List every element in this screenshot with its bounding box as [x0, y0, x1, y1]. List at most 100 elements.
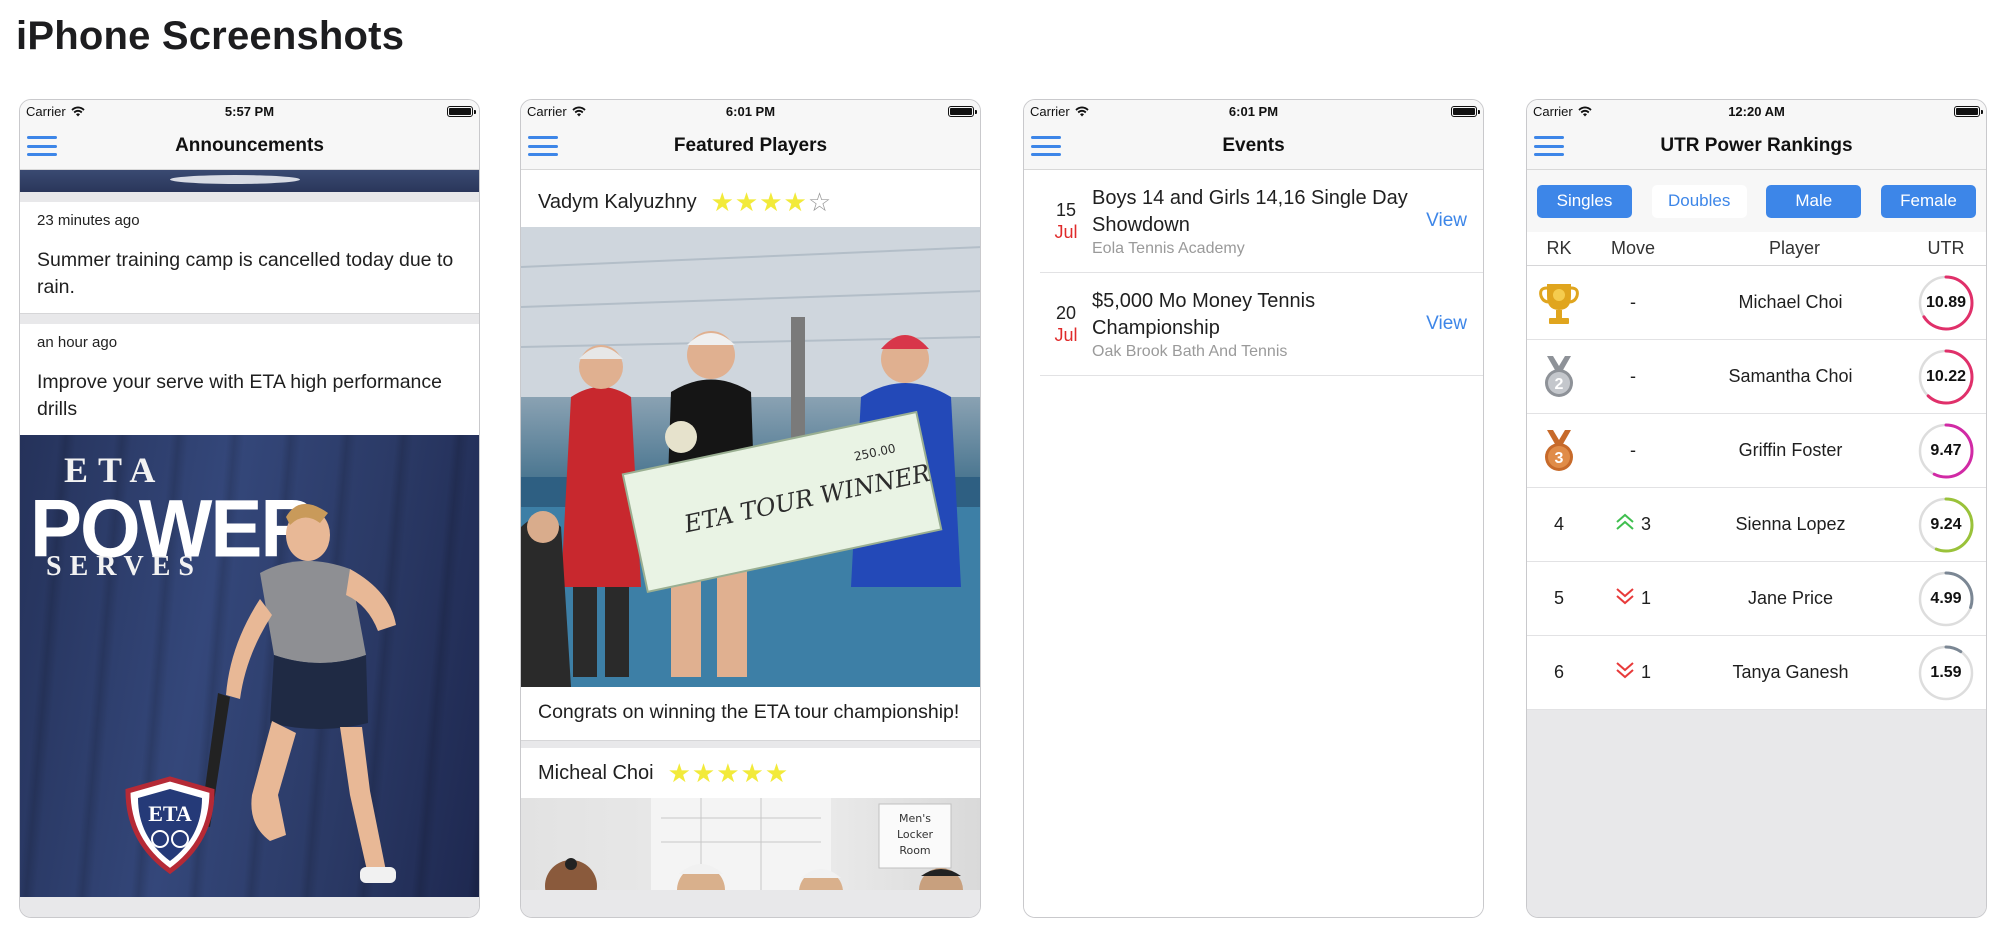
wifi-icon	[71, 106, 85, 116]
star-filled-icon: ★	[783, 187, 807, 217]
featured-player-card[interactable]: Vadym Kalyuzhny ★ ★ ★ ★ ☆ ETA TOUR WINNE…	[521, 177, 980, 741]
rank-move-value: -	[1630, 292, 1636, 312]
rank-move: -	[1591, 440, 1675, 461]
announcement-time: an hour ago	[37, 334, 118, 351]
wifi-icon	[1075, 106, 1089, 116]
utr-rating-ring: 9.47	[1906, 422, 1986, 480]
filter-doubles-button[interactable]: Doubles	[1651, 184, 1747, 218]
filter-male-button[interactable]: Male	[1766, 184, 1862, 218]
navigation-bar: UTR Power Rankings	[1527, 122, 1986, 170]
filter-female-button[interactable]: Female	[1880, 184, 1976, 218]
featured-player-card[interactable]: Micheal Choi ★ ★ ★ ★ ★ Men's Locker Room	[521, 748, 980, 890]
ranking-row[interactable]: 3 - Griffin Foster 9.47	[1527, 414, 1986, 488]
star-filled-icon: ★	[734, 187, 759, 217]
utr-value: 4.99	[1930, 589, 1962, 607]
event-title: $5,000 Mo Money Tennis Championship	[1092, 289, 1316, 339]
carrier-label: Carrier	[26, 103, 66, 119]
utr-value: 10.89	[1925, 293, 1967, 311]
announcements-list[interactable]: 23 minutes ago Summer training camp is c…	[20, 170, 479, 917]
event-row[interactable]: 15 Jul Boys 14 and Girls 14,16 Single Da…	[1040, 170, 1483, 273]
rankings-header: RK Move Player UTR	[1527, 232, 1986, 266]
event-row[interactable]: 20 Jul $5,000 Mo Money Tennis Championsh…	[1040, 273, 1483, 376]
hamburger-icon[interactable]	[27, 136, 57, 156]
rank-move: 1	[1591, 661, 1675, 684]
player-photo: Men's Locker Room	[521, 798, 980, 890]
hamburger-icon[interactable]	[1031, 136, 1061, 156]
gold-trophy-icon	[1527, 280, 1591, 326]
column-move: Move	[1610, 238, 1655, 258]
rank-move: 3	[1591, 513, 1675, 536]
ranking-row[interactable]: - Michael Choi 10.89	[1527, 266, 1986, 340]
star-filled-icon: ★	[759, 187, 783, 217]
battery-icon	[1450, 105, 1480, 117]
player-caption: Congrats on winning the ETA tour champio…	[521, 687, 980, 741]
rankings-table[interactable]: - Michael Choi 10.89 2 - Samantha Choi 10.22 3 -…	[1527, 266, 1986, 710]
event-month: Jul	[1054, 325, 1078, 345]
nav-title: Announcements	[175, 134, 324, 156]
event-date: 15 Jul	[1040, 199, 1092, 243]
events-list[interactable]: 15 Jul Boys 14 and Girls 14,16 Single Da…	[1024, 170, 1483, 917]
rank-move-value: 1	[1640, 662, 1651, 682]
sign-line-3: Room	[899, 844, 930, 857]
event-day: 15	[1055, 200, 1077, 220]
player-name: Michael Choi	[1738, 292, 1843, 312]
rank-move-value: -	[1630, 366, 1636, 386]
ranking-filters: Singles Doubles Male Female	[1527, 170, 1986, 232]
power-serves-photo: ETA POWER SERVES ETA	[20, 435, 479, 897]
ranking-row[interactable]: 2 - Samantha Choi 10.22	[1527, 340, 1986, 414]
utr-rating-ring: 10.22	[1906, 348, 1986, 406]
star-rating: ★ ★ ★ ★ ☆	[711, 189, 832, 215]
view-event-button[interactable]: View	[1426, 210, 1467, 232]
announcement-time: 23 minutes ago	[37, 212, 140, 229]
announcement-card[interactable]: an hour ago Improve your serve with ETA …	[20, 324, 479, 435]
utr-value: 9.47	[1930, 441, 1962, 459]
status-bar: Carrier 6:01 PM	[1024, 100, 1483, 122]
utr-value: 1.59	[1930, 663, 1962, 681]
hamburger-icon[interactable]	[1534, 136, 1564, 156]
utr-value: 10.22	[1925, 367, 1967, 385]
view-event-button[interactable]: View	[1426, 313, 1467, 335]
featured-players-list[interactable]: Vadym Kalyuzhny ★ ★ ★ ★ ☆ ETA TOUR WINNE…	[521, 177, 980, 917]
utr-rating-ring: 1.59	[1906, 644, 1986, 702]
utr-rating-ring: 4.99	[1906, 570, 1986, 628]
hamburger-icon[interactable]	[528, 136, 558, 156]
status-bar: Carrier 6:01 PM	[521, 100, 980, 122]
event-venue: Eola Tennis Academy	[1092, 239, 1245, 257]
filter-singles-button[interactable]: Singles	[1537, 184, 1632, 218]
previous-announcement-image	[20, 170, 479, 192]
event-date: 20 Jul	[1040, 302, 1092, 346]
championship-photo: ETA TOUR WINNER 250.00	[521, 227, 980, 687]
bronze-medal-icon: 3	[1527, 428, 1591, 474]
star-filled-icon: ★	[716, 758, 740, 788]
player-name: Tanya Ganesh	[1732, 662, 1849, 682]
double-chevron-down-icon	[1615, 587, 1635, 610]
svg-text:3: 3	[1555, 450, 1564, 467]
announcement-text: Improve your serve with ETA high perform…	[37, 371, 442, 420]
player-photo: ETA TOUR WINNER 250.00	[521, 227, 980, 687]
ranking-row[interactable]: 6 1 Tanya Ganesh 1.59	[1527, 636, 1986, 710]
battery-icon	[1953, 105, 1983, 117]
player-name: Jane Price	[1747, 588, 1834, 608]
rank-move-value: 1	[1640, 588, 1651, 608]
announcement-card[interactable]: 23 minutes ago Summer training camp is c…	[20, 202, 479, 314]
svg-text:2: 2	[1555, 376, 1564, 393]
eta-shield-logo: ETA	[125, 776, 215, 875]
tennis-player-figure	[200, 503, 396, 883]
ranking-row[interactable]: 5 1 Jane Price 4.99	[1527, 562, 1986, 636]
announcement-text: Summer training camp is cancelled today …	[37, 249, 454, 298]
ranking-row[interactable]: 4 3 Sienna Lopez 9.24	[1527, 488, 1986, 562]
rank-number: 4	[1553, 514, 1564, 534]
phone-events: Carrier 6:01 PM Events 15 Jul Boys 14 an…	[1023, 99, 1484, 918]
sign-line-1: Men's	[899, 812, 931, 825]
nav-title: Featured Players	[673, 134, 828, 156]
player-name: Micheal Choi	[538, 761, 654, 784]
nav-title: Events	[1222, 134, 1285, 156]
status-time: 6:01 PM	[1228, 103, 1279, 119]
silver-medal-icon: 2	[1527, 354, 1591, 400]
carrier-label: Carrier	[527, 103, 567, 119]
page-title: iPhone Screenshots	[16, 14, 405, 58]
utr-value: 9.24	[1930, 515, 1962, 533]
status-time: 12:20 AM	[1728, 103, 1785, 119]
rank-number: 6	[1553, 662, 1564, 682]
star-filled-icon: ★	[710, 187, 734, 217]
